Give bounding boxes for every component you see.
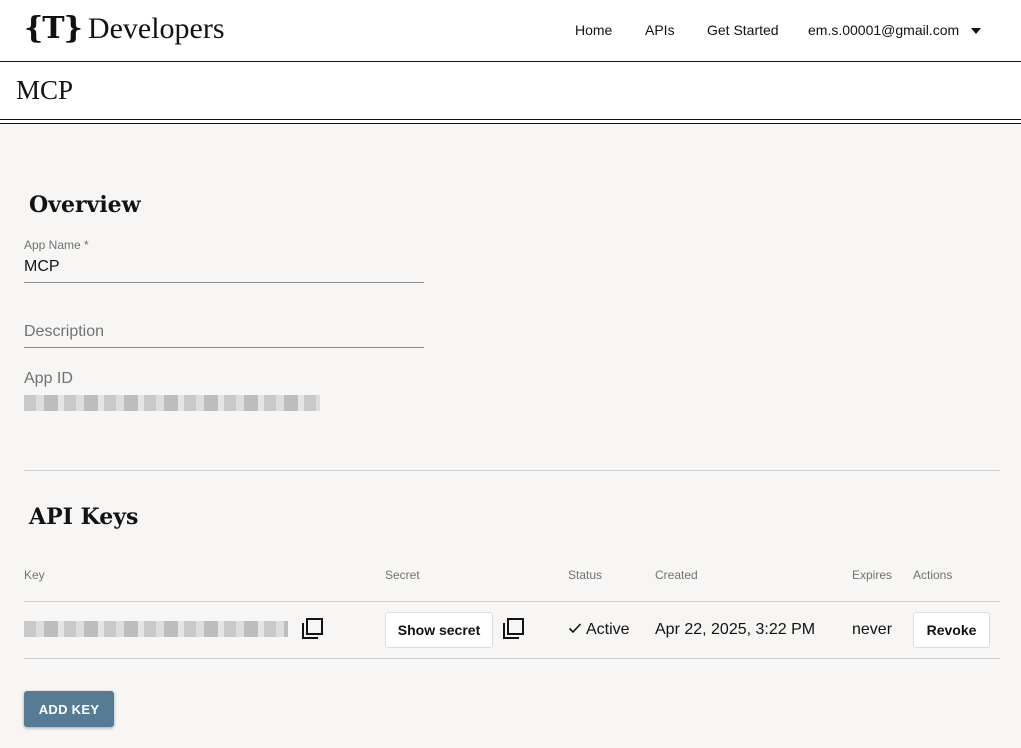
user-email: em.s.00001@gmail.com [808, 22, 960, 38]
status-text: Active [586, 621, 630, 638]
api-key-redacted-value [24, 621, 288, 637]
copy-key-icon[interactable] [300, 617, 324, 641]
app-id-label: App ID [24, 370, 73, 387]
section-divider [24, 470, 1000, 471]
overview-heading: Overview [29, 192, 141, 218]
table-row-divider [24, 658, 1000, 659]
column-header-actions: Actions [913, 568, 953, 582]
nav-apis-link[interactable]: APIs [645, 0, 675, 60]
chevron-down-icon [971, 28, 982, 34]
app-name-underline [24, 282, 424, 283]
created-cell: Apr 22, 2025, 3:22 PM [655, 621, 816, 638]
check-icon [568, 623, 582, 634]
app-name-label: App Name * [24, 238, 89, 252]
column-header-key: Key [24, 568, 45, 582]
add-key-button[interactable]: ADD KEY [24, 691, 114, 727]
api-keys-heading: API Keys [29, 504, 139, 530]
double-rule-divider [0, 119, 1021, 124]
app-name-input[interactable]: MCP [24, 258, 60, 276]
copy-secret-icon[interactable] [501, 617, 525, 641]
nav-get-started-link[interactable]: Get Started [707, 0, 779, 60]
column-header-created: Created [655, 568, 698, 582]
status-cell: Active [568, 621, 630, 639]
table-header-divider [24, 601, 1000, 602]
user-menu[interactable]: em.s.00001@gmail.com [808, 0, 982, 60]
description-underline [24, 347, 424, 348]
expires-cell: never [852, 621, 893, 638]
revoke-button[interactable]: Revoke [913, 612, 990, 648]
developers-logo[interactable]: {T} Developers [24, 12, 225, 46]
column-header-secret: Secret [385, 568, 420, 582]
column-header-status: Status [568, 568, 603, 582]
description-input[interactable]: Description [24, 323, 104, 341]
title-band: MCP [0, 62, 1021, 119]
nav-home-link[interactable]: Home [575, 0, 612, 60]
app-id-redacted-value [24, 395, 320, 411]
nyt-logo-icon: {T} [24, 11, 83, 46]
column-header-expires: Expires [852, 568, 893, 582]
logo-text: Developers [87, 12, 225, 45]
top-header: {T} Developers Home APIs Get Started em.… [0, 0, 1021, 62]
page-title: MCP [16, 75, 74, 105]
show-secret-button[interactable]: Show secret [385, 612, 493, 648]
